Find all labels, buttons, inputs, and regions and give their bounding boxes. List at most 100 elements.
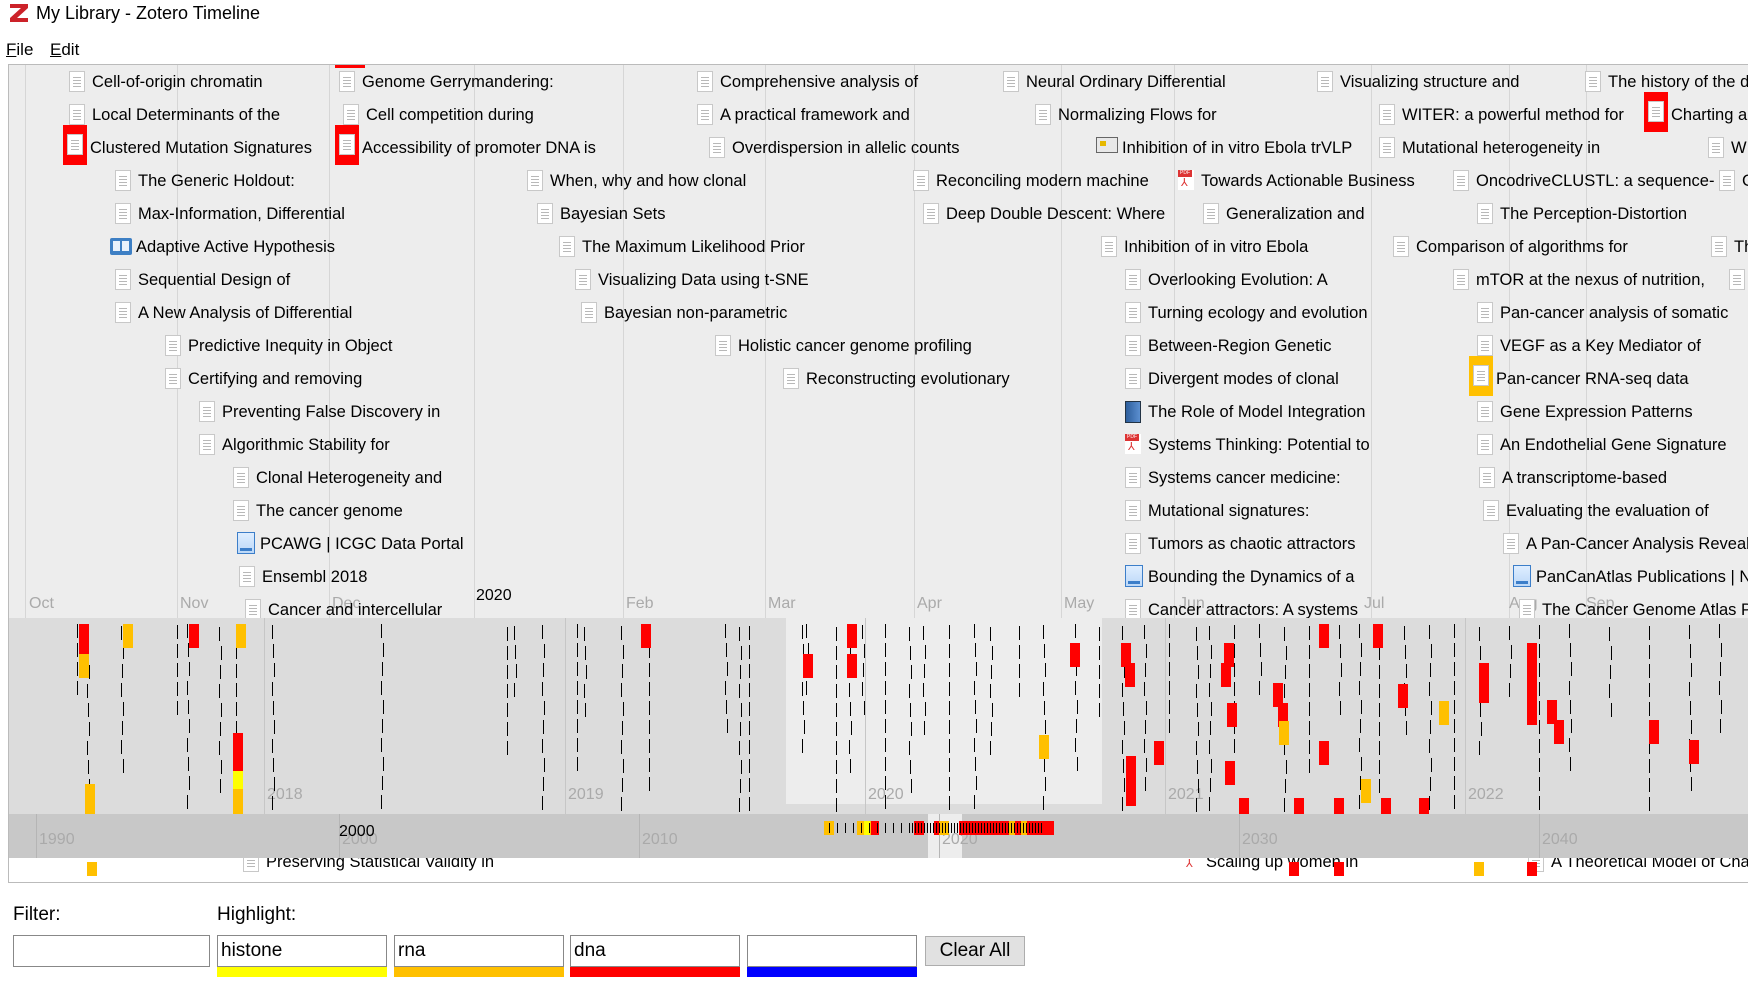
event-tick[interactable] (577, 662, 578, 676)
event-tick[interactable] (621, 797, 622, 811)
event-tick[interactable] (236, 683, 237, 697)
event-tick[interactable] (911, 779, 912, 793)
timeline-item[interactable]: Visualizing Data using t-SNE (571, 266, 809, 294)
event-tick[interactable] (507, 627, 508, 641)
timeline-item[interactable]: Bayesian Sets (533, 200, 665, 228)
timeline-item[interactable]: Sequential Design of (111, 266, 290, 294)
event-tick[interactable] (1405, 645, 1406, 659)
event-tick[interactable] (992, 646, 993, 660)
event-tick[interactable] (925, 702, 926, 716)
event-tick[interactable] (862, 682, 863, 696)
event-tick[interactable] (544, 644, 545, 658)
event-tick[interactable] (885, 700, 886, 714)
highlighted-event-marker[interactable] (1689, 740, 1699, 764)
visible-range-highlight[interactable] (786, 618, 1102, 804)
event-tick[interactable] (1145, 777, 1146, 791)
timeline-item[interactable]: A Pan-Cancer Analysis Reveals (1499, 530, 1748, 558)
highlighted-event-marker[interactable] (236, 624, 246, 648)
event-tick[interactable] (177, 682, 178, 696)
event-tick[interactable] (1019, 664, 1020, 678)
event-tick[interactable] (749, 626, 750, 640)
event-tick[interactable] (949, 720, 950, 734)
timeline-item[interactable]: Between-Region Genetic (1121, 332, 1331, 360)
event-tick[interactable] (992, 703, 993, 717)
event-tick[interactable] (1721, 643, 1722, 657)
event-tick[interactable] (187, 681, 188, 695)
event-tick[interactable] (1196, 798, 1197, 812)
event-tick[interactable] (274, 663, 275, 677)
event-tick[interactable] (925, 645, 926, 659)
event-tick[interactable] (87, 741, 88, 755)
timeline-item[interactable]: Cancer and intercellular (241, 596, 442, 618)
event-tick[interactable] (1309, 645, 1310, 659)
event-tick[interactable] (1720, 662, 1721, 676)
highlighted-event-marker[interactable] (1227, 703, 1237, 727)
event-tick[interactable] (749, 645, 750, 659)
timeline-item[interactable]: Local Determinants of the (65, 101, 280, 129)
event-tick[interactable] (577, 643, 578, 657)
event-tick[interactable] (725, 624, 726, 638)
event-tick[interactable] (1044, 701, 1045, 715)
event-tick[interactable] (1234, 682, 1235, 696)
event-tick[interactable] (1043, 625, 1044, 639)
event-tick[interactable] (1234, 663, 1235, 677)
timeline-item[interactable]: Reconciling modern machine (909, 167, 1149, 195)
event-tick[interactable] (221, 646, 222, 660)
event-tick[interactable] (584, 627, 585, 641)
event-tick[interactable] (577, 700, 578, 714)
event-tick[interactable] (1430, 663, 1431, 677)
event-tick[interactable] (851, 721, 852, 735)
event-tick[interactable] (949, 777, 950, 791)
timeline-item[interactable]: Cancer attractors: A systems (1121, 596, 1358, 618)
timeline-item[interactable]: Certifying and removing (161, 365, 362, 393)
event-tick[interactable] (1571, 662, 1572, 676)
event-tick[interactable] (1144, 739, 1145, 753)
event-tick[interactable] (544, 701, 545, 715)
event-tick[interactable] (949, 796, 950, 810)
event-tick[interactable] (802, 625, 803, 639)
timeline-upper-band[interactable]: OctNovDecFebMarAprMayJunJulAugSep2020Cel… (9, 65, 1748, 618)
event-tick[interactable] (1044, 758, 1045, 772)
event-tick[interactable] (949, 682, 950, 696)
timeline-item[interactable]: Evaluating the evaluation of (1479, 497, 1709, 525)
event-tick[interactable] (1123, 759, 1124, 773)
event-tick[interactable] (1043, 682, 1044, 696)
event-tick[interactable] (1309, 683, 1310, 697)
event-tick[interactable] (740, 722, 741, 736)
event-tick[interactable] (1309, 702, 1310, 716)
menu-file[interactable]: File (6, 40, 33, 60)
event-tick[interactable] (1044, 644, 1045, 658)
event-tick[interactable] (219, 684, 220, 698)
highlighted-event-marker[interactable] (123, 624, 133, 648)
timeline-item[interactable]: Systems Thinking: Potential to (1121, 431, 1370, 459)
event-tick[interactable] (885, 757, 886, 771)
event-tick[interactable] (1197, 703, 1198, 717)
event-tick[interactable] (188, 700, 189, 714)
event-tick[interactable] (1234, 739, 1235, 753)
timeline-item[interactable]: Mutational signatures: (1121, 497, 1309, 525)
event-tick[interactable] (1689, 625, 1690, 639)
event-tick[interactable] (1479, 627, 1480, 641)
event-tick[interactable] (974, 624, 975, 638)
event-tick[interactable] (507, 722, 508, 736)
event-tick[interactable] (1196, 741, 1197, 755)
event-tick[interactable] (1429, 739, 1430, 753)
timeline-item[interactable]: T (1725, 266, 1748, 294)
event-tick[interactable] (923, 626, 924, 640)
event-tick[interactable] (1429, 682, 1430, 696)
timeline-item[interactable]: mTOR at the nexus of nutrition, (1449, 266, 1705, 294)
highlighted-event-marker[interactable] (1225, 761, 1235, 785)
timeline-item[interactable]: W (1704, 134, 1747, 162)
timeline-item[interactable]: The Maximum Likelihood Prior (555, 233, 805, 261)
event-tick[interactable] (1721, 700, 1722, 714)
event-tick[interactable] (990, 741, 991, 755)
event-tick[interactable] (122, 721, 123, 735)
event-tick[interactable] (1431, 701, 1432, 715)
event-tick[interactable] (1259, 681, 1260, 695)
event-tick[interactable] (1431, 758, 1432, 772)
event-tick[interactable] (1361, 700, 1362, 714)
event-tick[interactable] (623, 759, 624, 773)
event-tick[interactable] (88, 703, 89, 717)
timeline-item[interactable]: The Perception-Distortion (1473, 200, 1687, 228)
event-tick[interactable] (121, 626, 122, 640)
